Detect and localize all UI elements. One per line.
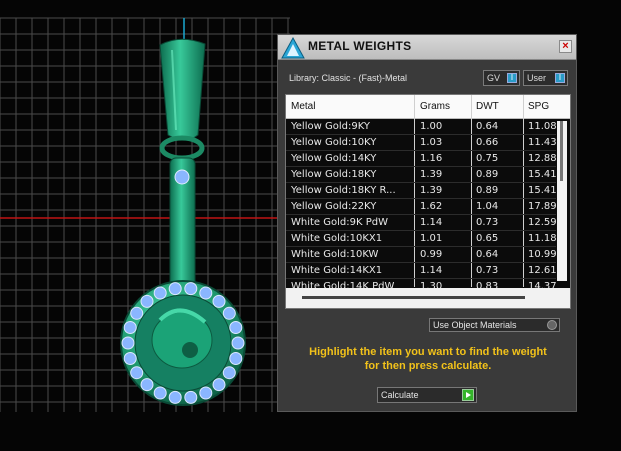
table-row[interactable]: Yellow Gold:18KY R... 1.39 0.89 15.41 [286,183,557,199]
column-header-spg[interactable]: SPG [528,101,549,112]
instruction-line-2: for then press calculate. [364,360,492,372]
gem-icon [153,286,167,300]
instruction-text: Highlight the item you want to find the … [288,345,568,373]
gv-toggle-switch[interactable]: I [507,73,517,83]
gem-icon [184,390,198,404]
instruction-line-1: Highlight the item you want to find the … [309,346,547,358]
gem-icon [123,352,137,365]
table-row[interactable]: White Gold:9K PdW 1.14 0.73 12.59 [286,215,557,231]
gem-icon [229,352,243,365]
gem-icon [174,169,190,185]
gem-icon [229,321,243,334]
cell-grams: 1.03 [420,137,443,148]
gem-icon [140,378,154,392]
cell-metal: Yellow Gold:10KY [291,137,377,148]
cell-metal: White Gold:14KX1 [291,265,383,276]
library-label: Library: Classic - (Fast)-Metal [289,73,408,83]
gem-icon [130,306,144,320]
gem-icon [184,282,198,296]
dialog-title-bar[interactable]: METAL WEIGHTS × [278,35,576,60]
gem-icon [222,306,236,320]
gem-icon [199,386,213,400]
cell-grams: 1.39 [420,169,443,180]
table-row[interactable]: Yellow Gold:9KY 1.00 0.64 11.08 [286,119,557,135]
table-row[interactable]: White Gold:14KX1 1.14 0.73 12.61 [286,263,557,279]
cell-dwt: 0.65 [476,233,499,244]
cell-dwt: 0.73 [476,217,499,228]
play-arrow-icon[interactable] [462,389,474,401]
gem-icon [212,378,226,392]
table-row[interactable]: Yellow Gold:10KY 1.03 0.66 11.43 [286,135,557,151]
cell-dwt: 0.66 [476,137,499,148]
cell-metal: Yellow Gold:14KY [291,153,377,164]
cell-metal: Yellow Gold:22KY [291,201,377,212]
gem-icon [231,336,245,350]
gem-icon [140,294,154,308]
cell-dwt: 0.89 [476,185,499,196]
use-object-materials-switch[interactable] [547,320,557,330]
cell-dwt: 0.64 [476,121,499,132]
cell-metal: Yellow Gold:18KY R... [291,185,396,196]
cell-grams: 1.39 [420,185,443,196]
calculate-label: Calculate [381,390,419,400]
horizontal-scroll-thumb[interactable] [302,296,525,299]
cell-grams: 1.14 [420,265,443,276]
user-toggle-label: User [527,73,547,83]
cell-dwt: 0.73 [476,265,499,276]
table-body: Yellow Gold:9KY 1.00 0.64 11.08 Yellow Gold:… [286,119,557,295]
cell-metal: Yellow Gold:9KY [291,121,370,132]
use-object-materials-label: Use Object Materials [433,320,517,330]
vertical-scrollbar[interactable] [557,121,567,281]
user-toggle[interactable]: User I [523,70,568,86]
pendant-model [120,38,246,406]
gem-icon [121,336,135,350]
close-button[interactable]: × [559,40,572,53]
vertical-scroll-thumb[interactable] [560,121,563,181]
cell-grams: 1.16 [420,153,443,164]
cell-dwt: 0.64 [476,249,499,260]
gv-toggle-label: GV [487,73,501,83]
calculate-button[interactable]: Calculate [377,387,477,403]
cell-metal: White Gold:10KW [291,249,379,260]
metal-weights-dialog: METAL WEIGHTS × Library: Classic - (Fast… [277,34,577,412]
cell-metal: Yellow Gold:18KY [291,169,377,180]
cell-metal: White Gold:10KX1 [291,233,383,244]
gv-toggle[interactable]: GV I [483,70,520,86]
gem-icon [212,294,226,308]
gem-icon [199,286,213,300]
gem-icon [153,386,167,400]
gem-icon [222,366,236,380]
dialog-title: METAL WEIGHTS [308,39,412,53]
app-logo-icon [281,36,305,59]
table-row[interactable]: White Gold:10KW 0.99 0.64 10.99 [286,247,557,263]
gem-icon [168,282,182,296]
gem-icon [130,366,144,380]
gem-icon [123,321,137,334]
gem-icon [168,390,182,404]
cell-metal: White Gold:9K PdW [291,217,388,228]
table-row[interactable]: Yellow Gold:22KY 1.62 1.04 17.89 [286,199,557,215]
table-row[interactable]: Yellow Gold:14KY 1.16 0.75 12.88 [286,151,557,167]
cell-dwt: 0.75 [476,153,499,164]
user-toggle-switch[interactable]: I [555,73,565,83]
horizontal-scrollbar[interactable] [286,288,570,308]
table-row[interactable]: White Gold:10KX1 1.01 0.65 11.18 [286,231,557,247]
cell-grams: 1.14 [420,217,443,228]
cell-grams: 1.01 [420,233,443,244]
cell-dwt: 1.04 [476,201,499,212]
column-header-dwt[interactable]: DWT [476,101,499,112]
column-header-metal[interactable]: Metal [291,101,315,112]
cell-grams: 0.99 [420,249,443,260]
table-header: Metal Grams DWT SPG [286,95,570,119]
column-header-grams[interactable]: Grams [420,101,450,112]
use-object-materials-toggle[interactable]: Use Object Materials [429,318,560,332]
cell-dwt: 0.89 [476,169,499,180]
cell-grams: 1.00 [420,121,443,132]
table-row[interactable]: Yellow Gold:18KY 1.39 0.89 15.41 [286,167,557,183]
metal-weights-table: Metal Grams DWT SPG Yellow Gold:9KY 1.00 0… [285,94,571,309]
cell-grams: 1.62 [420,201,443,212]
